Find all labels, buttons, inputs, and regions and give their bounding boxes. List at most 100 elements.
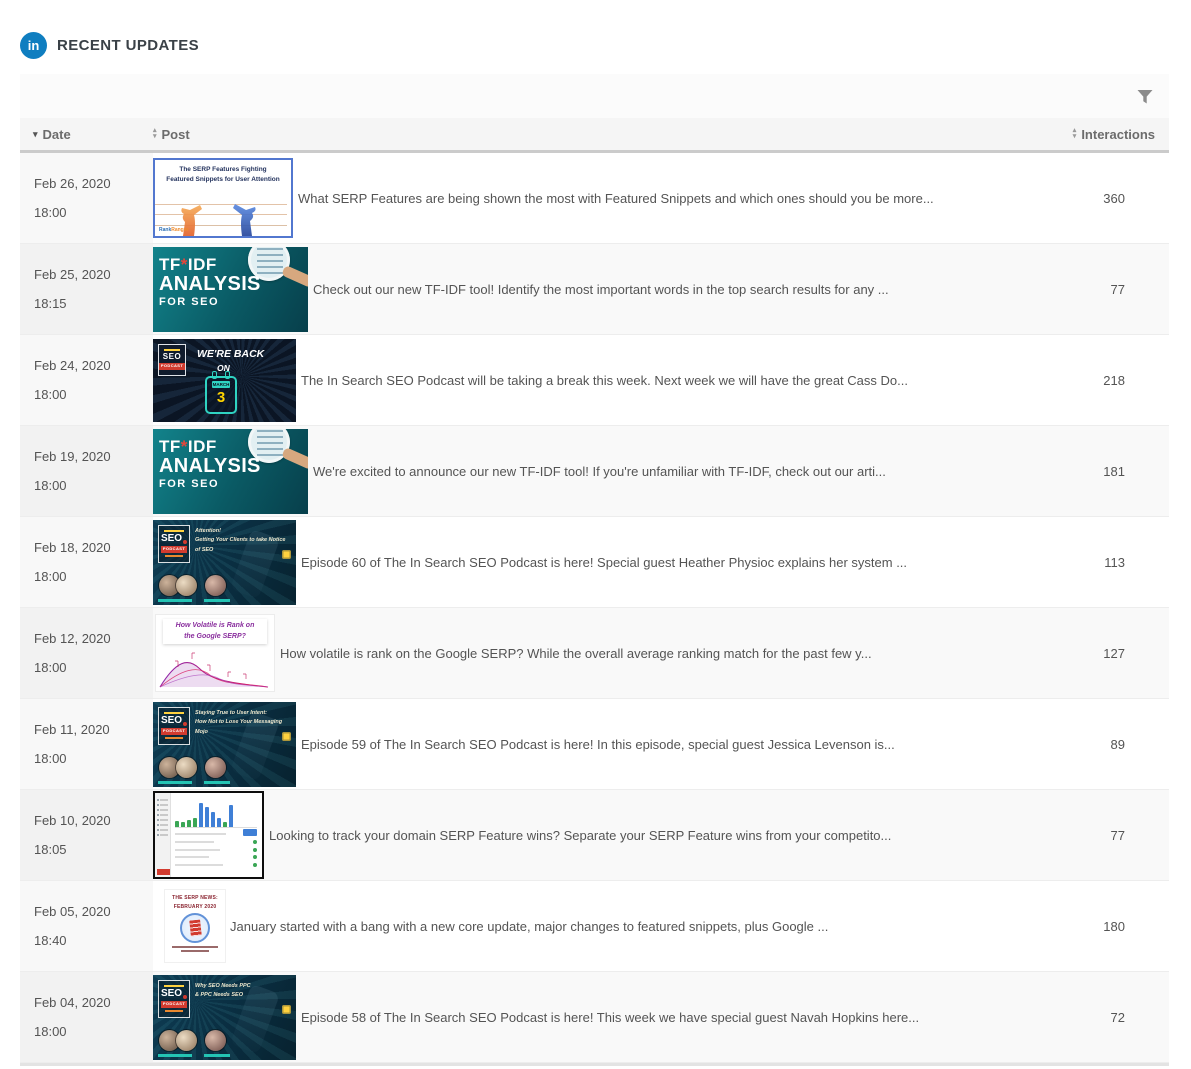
post-text[interactable]: The In Search SEO Podcast will be taking… xyxy=(301,373,908,388)
post-time: 18:00 xyxy=(34,569,153,584)
post-date: Feb 10, 2020 xyxy=(34,813,153,828)
page: in RECENT UPDATES ▾ Date ▴▾ Post ▴▾ Inte… xyxy=(0,0,1191,1066)
sticker-icon xyxy=(282,732,291,741)
recent-updates-widget: ▾ Date ▴▾ Post ▴▾ Interactions Feb 26, 2… xyxy=(20,74,1169,1066)
podcast-logo: SEOPODCAST xyxy=(158,525,190,563)
sort-icon: ▴▾ xyxy=(153,128,157,140)
sort-down-glyph: ▾ xyxy=(1073,134,1077,140)
filter-bar xyxy=(20,74,1169,118)
table-row: Feb 04, 2020 18:00 SEOPODCASTWhy SEO Nee… xyxy=(20,972,1169,1063)
table-row: Feb 12, 2020 18:00 How Volatile is Rank … xyxy=(20,608,1169,699)
column-label-interactions: Interactions xyxy=(1081,127,1155,142)
table-row: Feb 11, 2020 18:00 SEOPODCASTStaying Tru… xyxy=(20,699,1169,790)
post-date: Feb 25, 2020 xyxy=(34,267,153,282)
bar-chart-illustration xyxy=(175,797,257,828)
avatar xyxy=(205,575,226,596)
column-label-date: Date xyxy=(43,127,71,142)
post-date: Feb 11, 2020 xyxy=(34,722,153,737)
post-thumbnail[interactable]: SEOPODCASTStaying True to User Intent:Ho… xyxy=(153,702,296,787)
post-cell: TF*IDFANALYSISFOR SEO Check out our new … xyxy=(153,244,1019,334)
post-thumbnail[interactable]: SEOPODCASTWhy SEO Needs PPC& PPC Needs S… xyxy=(153,975,296,1060)
thumbnail-title: Attention!Getting Your Clients to take N… xyxy=(195,527,289,557)
interactions-cell: 180 xyxy=(1019,881,1169,971)
thumbnail-title: THE SERP NEWS:FEBRUARY 2020 xyxy=(165,894,225,911)
post-thumbnail[interactable]: TF*IDFANALYSISFOR SEO xyxy=(153,429,308,514)
post-date: Feb 18, 2020 xyxy=(34,540,153,555)
post-date: Feb 05, 2020 xyxy=(34,904,153,919)
column-header-interactions[interactable]: ▴▾ Interactions xyxy=(1019,127,1169,142)
post-cell: SEOPODCASTStaying True to User Intent:Ho… xyxy=(153,699,1019,789)
interactions-cell: 360 xyxy=(1019,153,1169,243)
post-date: Feb 26, 2020 xyxy=(34,176,153,191)
post-date: Feb 04, 2020 xyxy=(34,995,153,1010)
interactions-count: 180 xyxy=(1103,919,1125,934)
post-text[interactable]: We're excited to announce our new TF-IDF… xyxy=(313,464,886,479)
post-thumbnail[interactable]: SEOPODCASTAttention!Getting Your Clients… xyxy=(153,520,296,605)
interactions-count: 89 xyxy=(1111,737,1125,752)
post-text[interactable]: How volatile is rank on the Google SERP?… xyxy=(280,646,872,661)
table-row: Feb 24, 2020 18:00 SEOPODCASTWE'RE BACKO… xyxy=(20,335,1169,426)
sort-icon: ▴▾ xyxy=(1073,128,1077,140)
post-time: 18:00 xyxy=(34,660,153,675)
sort-down-glyph: ▾ xyxy=(153,134,157,140)
interactions-count: 181 xyxy=(1103,464,1125,479)
date-cell: Feb 04, 2020 18:00 xyxy=(20,972,153,1062)
post-time: 18:00 xyxy=(34,205,153,220)
post-date: Feb 24, 2020 xyxy=(34,358,153,373)
post-time: 18:00 xyxy=(34,1024,153,1039)
button-illustration xyxy=(157,869,170,875)
rank-volatility-chart xyxy=(158,651,270,689)
post-text[interactable]: What SERP Features are being shown the m… xyxy=(298,191,934,206)
post-text[interactable]: January started with a bang with a new c… xyxy=(230,919,828,934)
post-cell: How Volatile is Rank onthe Google SERP? … xyxy=(153,608,1019,698)
thumbnail-title: TF*IDFANALYSISFOR SEO xyxy=(159,256,261,310)
post-cell: SEOPODCASTAttention!Getting Your Clients… xyxy=(153,517,1019,607)
button-illustration xyxy=(243,829,257,836)
linkedin-icon-text: in xyxy=(28,38,40,53)
post-time: 18:15 xyxy=(34,296,153,311)
post-thumbnail[interactable] xyxy=(153,791,264,879)
table-row: Feb 05, 2020 18:40 THE SERP NEWS:FEBRUAR… xyxy=(20,881,1169,972)
thumbnail-title: Why SEO Needs PPC& PPC Needs SEO xyxy=(195,982,289,1002)
table-body: Feb 26, 2020 18:00 The SERP Features Fig… xyxy=(20,153,1169,1063)
interactions-cell: 72 xyxy=(1019,972,1169,1062)
post-text[interactable]: Looking to track your domain SERP Featur… xyxy=(269,828,891,843)
data-rows-illustration xyxy=(175,832,257,867)
avatar xyxy=(205,1030,226,1051)
column-header-date[interactable]: ▾ Date xyxy=(20,127,153,142)
post-text[interactable]: Episode 59 of The In Search SEO Podcast … xyxy=(301,737,895,752)
post-thumbnail[interactable]: THE SERP NEWS:FEBRUARY 2020 xyxy=(165,890,225,962)
interactions-count: 127 xyxy=(1103,646,1125,661)
post-time: 18:00 xyxy=(34,387,153,402)
sticker-icon xyxy=(282,550,291,559)
post-cell: TF*IDFANALYSISFOR SEO We're excited to a… xyxy=(153,426,1019,516)
interactions-cell: 89 xyxy=(1019,699,1169,789)
post-text[interactable]: Check out our new TF-IDF tool! Identify … xyxy=(313,282,889,297)
calendar-icon: MARCH3 xyxy=(205,376,237,414)
table-row: Feb 10, 2020 18:05 Looking to track your… xyxy=(20,790,1169,881)
post-thumbnail[interactable]: SEOPODCASTWE'RE BACKONMARCH3 xyxy=(153,339,296,422)
podcast-logo: SEOPODCAST xyxy=(158,980,190,1018)
linkedin-icon: in xyxy=(20,32,47,59)
post-time: 18:05 xyxy=(34,842,153,857)
post-thumbnail[interactable]: The SERP Features FightingFeatured Snipp… xyxy=(153,158,293,238)
table-row: Feb 19, 2020 18:00 TF*IDFANALYSISFOR SEO… xyxy=(20,426,1169,517)
interactions-count: 77 xyxy=(1111,282,1125,297)
avatar xyxy=(205,757,226,778)
app-sidebar-illustration xyxy=(155,793,171,877)
post-text[interactable]: Episode 58 of The In Search SEO Podcast … xyxy=(301,1010,919,1025)
post-date: Feb 12, 2020 xyxy=(34,631,153,646)
page-title: RECENT UPDATES xyxy=(57,37,199,54)
interactions-cell: 218 xyxy=(1019,335,1169,425)
filter-icon[interactable] xyxy=(1137,89,1153,104)
news-emblem-icon xyxy=(180,913,210,943)
post-date: Feb 19, 2020 xyxy=(34,449,153,464)
post-cell: SEOPODCASTWE'RE BACKONMARCH3 The In Sear… xyxy=(153,335,1019,425)
post-thumbnail[interactable]: TF*IDFANALYSISFOR SEO xyxy=(153,247,308,332)
interactions-cell: 113 xyxy=(1019,517,1169,607)
column-label-post: Post xyxy=(162,127,190,142)
post-cell: THE SERP NEWS:FEBRUARY 2020 January star… xyxy=(153,881,1019,971)
column-header-post[interactable]: ▴▾ Post xyxy=(153,127,1019,142)
post-thumbnail[interactable]: How Volatile is Rank onthe Google SERP? xyxy=(155,614,275,692)
post-text[interactable]: Episode 60 of The In Search SEO Podcast … xyxy=(301,555,907,570)
